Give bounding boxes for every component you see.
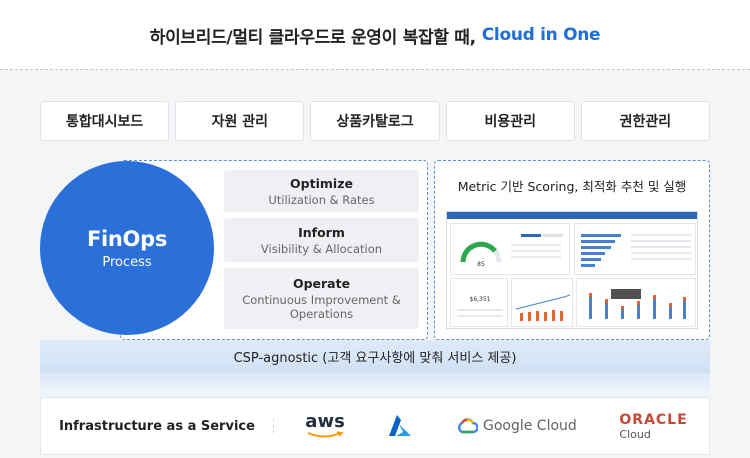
aws-logo-text: aws xyxy=(305,411,345,432)
page-header: 하이브리드/멀티 클라우드로 운영이 복잡할 때, Cloud in One xyxy=(0,0,750,70)
header-title: 하이브리드/멀티 클라우드로 운영이 복잡할 때, xyxy=(149,27,476,48)
process-desc: Visibility & Allocation xyxy=(260,241,383,256)
process-title: Inform xyxy=(298,224,345,240)
cost-summary: $6,351 xyxy=(457,296,503,317)
google-cloud-text: Google Cloud xyxy=(482,418,577,434)
azure-logo xyxy=(387,414,413,438)
process-card-operate: Operate Continuous Improvement & Operati… xyxy=(224,268,419,329)
gauge-value: 85 xyxy=(477,261,485,268)
tab-product-catalog[interactable]: 상품카탈로그 xyxy=(310,101,440,141)
gauge-chart: 85 xyxy=(460,234,563,268)
process-title: Optimize xyxy=(290,175,353,191)
tab-permission-management[interactable]: 권한관리 xyxy=(580,101,711,141)
dashboard-panel-stacked xyxy=(576,278,696,327)
tab-resource-management[interactable]: 자원 관리 xyxy=(175,101,305,141)
cost-value: $6,351 xyxy=(470,296,491,303)
process-desc: Utilization & Rates xyxy=(268,192,375,207)
bar-list xyxy=(581,234,691,267)
oracle-text: ORACLE xyxy=(619,411,688,428)
tab-cost-management[interactable]: 비용관리 xyxy=(445,101,575,141)
dashboard-panel-gauge: 85 xyxy=(450,223,570,275)
process-title: Operate xyxy=(292,276,351,291)
feature-tabs: 통합대시보드 자원 관리 상품카탈로그 비용관리 권한관리 xyxy=(40,101,711,141)
infrastructure-row: Infrastructure as a Service aws Google C… xyxy=(40,397,710,455)
finops-title: FinOps xyxy=(86,226,168,251)
oracle-cloud-text: Cloud xyxy=(619,427,651,441)
infra-label: Infrastructure as a Service xyxy=(59,418,255,434)
metric-title: Metric 기반 Scoring, 최적화 추천 및 실행 xyxy=(457,179,687,194)
dashboard-panel-bars xyxy=(574,223,696,275)
header-title-accent: Cloud in One xyxy=(481,25,601,45)
oracle-cloud-logo: ORACLE Cloud xyxy=(619,412,687,441)
google-cloud-icon xyxy=(458,418,478,434)
process-card-optimize: Optimize Utilization & Rates xyxy=(224,170,419,212)
azure-icon xyxy=(389,415,412,436)
dashboard-thumbnail: 85 $6,351 xyxy=(446,211,698,329)
finops-subtitle: Process xyxy=(102,254,152,270)
process-desc: Continuous Improvement & Operations xyxy=(242,293,401,321)
stacked-bar-chart xyxy=(589,289,686,319)
aws-smile-icon xyxy=(307,431,344,438)
finops-circle: FinOps Process xyxy=(40,161,214,335)
csp-agnostic-band: CSP-agnostic (고객 요구사항에 맞춰 서비스 제공) xyxy=(40,340,710,373)
process-card-inform: Inform Visibility & Allocation xyxy=(224,218,419,262)
dashboard-panel-cost: $6,351 xyxy=(450,278,508,327)
google-cloud-logo: Google Cloud xyxy=(456,417,577,435)
csp-label: CSP-agnostic (고객 요구사항에 맞춰 서비스 제공) xyxy=(233,351,517,366)
tab-integrated-dashboard[interactable]: 통합대시보드 xyxy=(40,101,170,141)
dashboard-topbar xyxy=(447,212,697,219)
trend-chart xyxy=(515,294,571,321)
provider-logos: aws Google Cloud ORACLE Cloud xyxy=(274,412,709,441)
dashboard-panel-trend xyxy=(511,278,573,327)
aws-logo: aws xyxy=(305,413,345,439)
